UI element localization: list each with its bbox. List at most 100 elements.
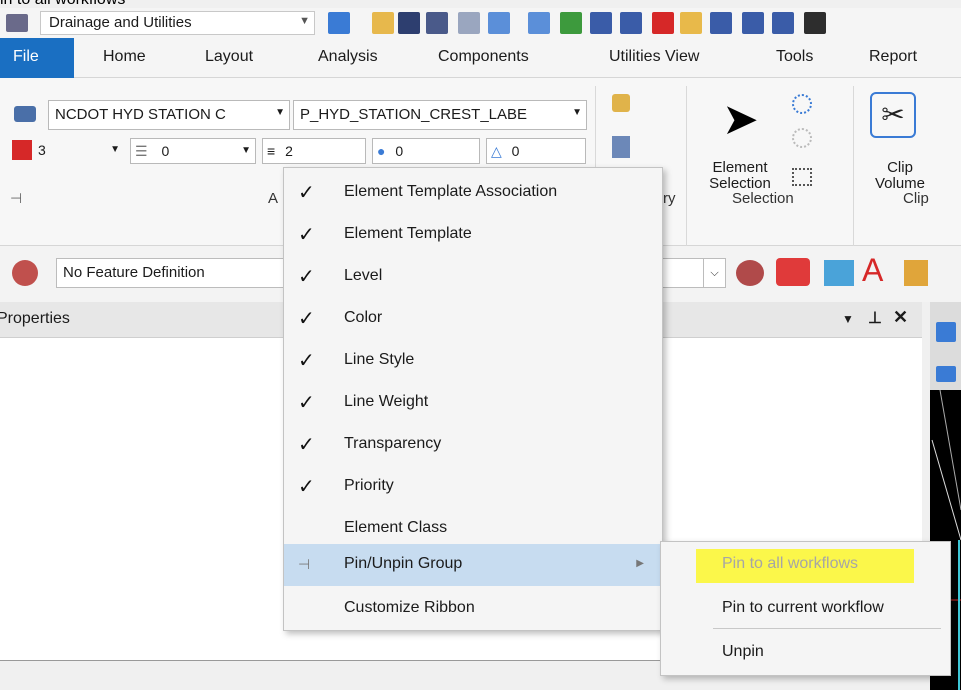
dropdown-arrow-icon[interactable]: ▼ xyxy=(842,312,854,326)
tab-analysis[interactable]: Analysis xyxy=(318,48,378,66)
pin-group-icon[interactable]: ⊣ xyxy=(10,190,22,207)
submenu-item-unpin[interactable]: Unpin xyxy=(661,632,950,674)
color-swatch-icon xyxy=(12,140,32,160)
submenu-item-label: Pin to all workflows xyxy=(722,555,859,572)
clip-volume-icon[interactable]: ✂ xyxy=(870,92,916,138)
element-template-select[interactable]: NCDOT HYD STATION C ▼ xyxy=(48,100,290,130)
tab-utilities-view[interactable]: Utilities View xyxy=(609,48,699,66)
group-divider xyxy=(853,86,854,246)
redo-icon[interactable] xyxy=(528,12,550,34)
chevron-down-icon: ▼ xyxy=(299,15,310,27)
transparency-select[interactable]: ● 0 xyxy=(372,138,480,164)
menu-item-priority[interactable]: ✓ Priority xyxy=(284,466,662,508)
priority-select[interactable]: △ 0 xyxy=(486,138,586,164)
tab-tools[interactable]: Tools xyxy=(776,48,813,66)
open-folder-icon[interactable] xyxy=(372,12,394,34)
menu-item-line-style[interactable]: ✓ Line Style xyxy=(284,340,662,382)
chevron-down-icon: ▼ xyxy=(572,107,582,118)
workflow-label: Drainage and Utilities xyxy=(49,14,192,31)
element-selection-button[interactable]: Element Selection xyxy=(700,160,780,192)
submenu-item-pin-current-workflow[interactable]: Pin to current workflow xyxy=(661,588,950,630)
pin-icon: ⊣ xyxy=(298,556,311,572)
quick-access-toolbar: Drainage and Utilities ▼ xyxy=(0,8,961,38)
check-icon: ✓ xyxy=(298,476,315,498)
feature-tool-icon[interactable] xyxy=(736,260,764,286)
group-label-primary: ry xyxy=(663,190,676,207)
tab-layout[interactable]: Layout xyxy=(205,48,253,66)
menu-item-label: Line Style xyxy=(344,351,415,368)
check-icon: ✓ xyxy=(298,182,315,204)
group-label-selection: Selection xyxy=(732,190,794,207)
view-icon[interactable] xyxy=(742,12,764,34)
pencil-icon[interactable] xyxy=(904,260,928,286)
delete-icon[interactable] xyxy=(652,12,674,34)
color-select[interactable]: 3 ▼ xyxy=(34,138,124,164)
pin-unpin-submenu: Pin to all workflows Pin to current work… xyxy=(660,541,951,676)
menu-item-level[interactable]: ✓ Level xyxy=(284,256,662,298)
submenu-item-pin-all-workflows[interactable]: Pin to all workflows xyxy=(696,549,914,583)
menu-item-line-weight[interactable]: ✓ Line Weight xyxy=(284,382,662,424)
workflow-select[interactable]: Drainage and Utilities ▼ xyxy=(40,11,315,35)
line-style-value: 0 xyxy=(161,143,170,159)
reference-icon[interactable] xyxy=(772,12,794,34)
chevron-down-icon: ▼ xyxy=(275,107,285,118)
pin-icon[interactable]: ⊥ xyxy=(868,308,882,328)
context-menu: ✓ Element Template Association ✓ Element… xyxy=(283,167,663,631)
view-attributes-icon[interactable] xyxy=(936,322,956,342)
menu-item-customize-ribbon[interactable]: Customize Ribbon xyxy=(284,588,662,630)
chevron-down-icon: ▼ xyxy=(241,145,251,156)
measure-icon[interactable] xyxy=(680,12,702,34)
tab-home[interactable]: Home xyxy=(103,48,146,66)
chevron-down-icon[interactable]: ⌵ xyxy=(703,259,725,287)
tab-file[interactable]: File xyxy=(0,38,74,78)
save-icon[interactable] xyxy=(398,12,420,34)
feature-definition-value: No Feature Definition xyxy=(63,264,205,281)
primary-tool-icon[interactable] xyxy=(612,94,630,112)
fence-icon[interactable] xyxy=(710,12,732,34)
group-divider xyxy=(686,86,687,246)
transparency-value: 0 xyxy=(395,143,404,159)
print-icon[interactable] xyxy=(590,12,612,34)
select-dotted-icon[interactable] xyxy=(792,128,812,148)
save-settings-icon[interactable] xyxy=(426,12,448,34)
draw-icon[interactable] xyxy=(804,12,826,34)
submenu-arrow-icon: ▶ xyxy=(636,558,644,569)
primary-doc-icon[interactable] xyxy=(612,136,630,158)
annotation-icon[interactable]: A xyxy=(862,254,883,286)
clip-volume-button[interactable]: Clip Volume xyxy=(860,160,940,192)
line-style-icon: ☰ xyxy=(135,143,148,159)
element-selection-arrow-icon[interactable]: ➤ xyxy=(722,98,759,142)
cross-section-icon[interactable] xyxy=(824,260,854,286)
menu-item-label: Color xyxy=(344,309,383,326)
priority-icon: △ xyxy=(491,143,502,159)
color-value: 3 xyxy=(38,142,46,158)
menu-item-element-template[interactable]: ✓ Element Template xyxy=(284,214,662,256)
tab-report[interactable]: Report xyxy=(869,48,917,66)
pin-tool-icon[interactable] xyxy=(560,12,582,34)
transparency-icon: ● xyxy=(377,143,386,159)
check-icon: ✓ xyxy=(298,224,315,246)
menu-item-color[interactable]: ✓ Color xyxy=(284,298,662,340)
line-weight-select[interactable]: ≡ 2 xyxy=(262,138,366,164)
workspace-icon[interactable] xyxy=(328,12,350,34)
compress-icon[interactable] xyxy=(458,12,480,34)
tab-components[interactable]: Components xyxy=(438,48,529,66)
close-icon[interactable]: ✕ xyxy=(893,307,908,328)
check-icon: ✓ xyxy=(298,392,315,414)
level-select[interactable]: P_HYD_STATION_CREST_LABE ▼ xyxy=(293,100,587,130)
menu-item-label: Customize Ribbon xyxy=(344,599,475,616)
select-box-icon[interactable] xyxy=(792,168,812,186)
element-info-icon[interactable] xyxy=(620,12,642,34)
select-circle-icon[interactable] xyxy=(792,94,812,114)
line-weight-icon: ≡ xyxy=(267,143,276,159)
menu-item-transparency[interactable]: ✓ Transparency xyxy=(284,424,662,466)
undo-icon[interactable] xyxy=(488,12,510,34)
menu-item-pin-unpin-group[interactable]: ⊣ Pin/Unpin Group ▶ xyxy=(284,544,662,586)
view-info-icon[interactable] xyxy=(936,366,956,382)
ribbon-tabs: File Home Layout Analysis Components Uti… xyxy=(0,38,961,78)
line-style-select[interactable]: ☰ 0 ▼ xyxy=(130,138,256,164)
check-icon: ✓ xyxy=(298,434,315,456)
element-template-icon xyxy=(14,106,36,122)
terrain-icon[interactable] xyxy=(776,258,810,286)
menu-item-element-template-association[interactable]: ✓ Element Template Association xyxy=(284,172,662,214)
